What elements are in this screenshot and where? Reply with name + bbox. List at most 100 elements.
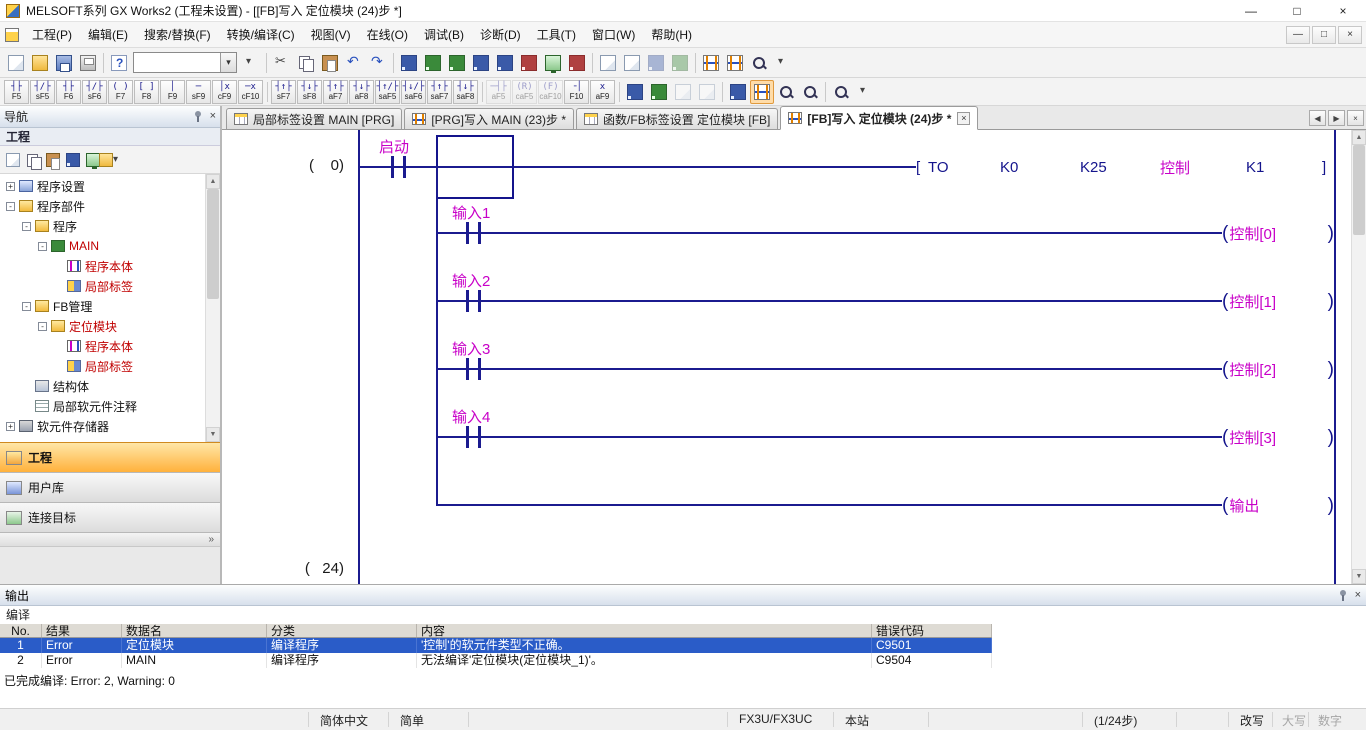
nav-add-data-button[interactable] [3, 150, 23, 170]
expander-icon[interactable]: - [22, 222, 31, 231]
tab-local-label-main[interactable]: 局部标签设置 MAIN [PRG] [226, 108, 402, 129]
tree-item-program[interactable]: -程序 [0, 216, 205, 236]
scrollbar-thumb[interactable] [207, 189, 219, 299]
coil-button[interactable]: ( )F7 [108, 80, 133, 104]
falling-pulse-branch-button[interactable]: ┤↓├aF8 [349, 80, 374, 104]
scroll-down-icon[interactable]: ▼ [1352, 569, 1366, 584]
flip-flop-button[interactable]: (F)caF10 [538, 80, 563, 104]
vertical-line-button[interactable]: │F9 [160, 80, 185, 104]
ladder-editor[interactable]: ( 0) 启动 [ TO K0 K25 控制 K1 ] [222, 130, 1351, 584]
parameter-setting-button[interactable] [397, 51, 421, 75]
tree-item-main-local-label[interactable]: 局部标签 [0, 276, 205, 296]
scroll-up-icon[interactable]: ▲ [206, 174, 220, 189]
pin-icon[interactable] [193, 111, 204, 122]
closed-contact-button[interactable]: ┤/├sF5 [30, 80, 55, 104]
tab-fb-label-positioning[interactable]: 函数/FB标签设置 定位模块 [FB] [576, 108, 778, 129]
redo-button[interactable] [366, 51, 390, 75]
combo-dropdown-icon[interactable]: ▾ [220, 53, 236, 72]
tab-scroll-left-icon[interactable]: ◀ [1309, 110, 1326, 126]
close-button[interactable]: × [1320, 0, 1366, 22]
minimize-button[interactable]: — [1228, 0, 1274, 22]
menu-project[interactable]: 工程(P) [24, 22, 80, 48]
monitor-stop-button[interactable] [565, 51, 589, 75]
tree-item-fb-body[interactable]: 程序本体 [0, 336, 205, 356]
contact-symbol[interactable] [391, 156, 394, 178]
mdi-close-button[interactable]: × [1338, 26, 1362, 44]
menu-debug[interactable]: 调试(B) [416, 22, 472, 48]
help-button[interactable] [107, 51, 131, 75]
new-project-button[interactable] [4, 51, 28, 75]
tree-item-fb-manage[interactable]: -FB管理 [0, 296, 205, 316]
nav-button-project[interactable]: 工程 [0, 442, 220, 472]
tree-item-pou[interactable]: -程序部件 [0, 196, 205, 216]
scroll-down-icon[interactable]: ▼ [206, 427, 220, 442]
ladder-edit-mode-button[interactable] [647, 80, 671, 104]
output-coil[interactable]: ( 输出 ) [1222, 492, 1334, 518]
nav-sort-button[interactable] [103, 150, 123, 170]
zoom-in-out-button[interactable] [829, 80, 853, 104]
device-comment-button[interactable] [620, 51, 644, 75]
tab-close-icon[interactable]: × [957, 112, 970, 125]
menu-online[interactable]: 在线(O) [359, 22, 416, 48]
output-coil[interactable]: ( 控制[0] ) [1222, 220, 1334, 246]
expander-icon[interactable]: - [22, 302, 31, 311]
tree-item-structure[interactable]: 结构体 [0, 376, 205, 396]
open-project-button[interactable] [28, 51, 52, 75]
scrollbar-thumb[interactable] [1353, 145, 1365, 235]
verify-with-plc-button[interactable] [517, 51, 541, 75]
read-from-plc-button[interactable] [493, 51, 517, 75]
output-coil[interactable]: ( 控制[1] ) [1222, 288, 1334, 314]
menu-help[interactable]: 帮助(H) [643, 22, 700, 48]
contact-symbol[interactable] [478, 358, 481, 380]
table-row-error-1[interactable]: 1 Error 定位模块 编译程序 '控制'的软元件类型不正确。 C9501 [0, 638, 992, 653]
menu-compile[interactable]: 转换/编译(C) [219, 22, 303, 48]
inline-st-button[interactable] [623, 80, 647, 104]
contact-symbol[interactable] [466, 222, 469, 244]
invert-operation-button[interactable]: ─┤├aF5 [486, 80, 511, 104]
tree-scrollbar[interactable]: ▲ ▼ [205, 174, 220, 442]
nav-copy-button[interactable] [23, 150, 43, 170]
expander-icon[interactable]: - [38, 242, 47, 251]
tree-item-program-setting[interactable]: +程序设置 [0, 176, 205, 196]
ladder-overflow-button[interactable] [853, 80, 877, 104]
write-to-plc-button[interactable] [469, 51, 493, 75]
comment-display-button[interactable] [723, 51, 747, 75]
menu-find-replace[interactable]: 搜索/替换(F) [136, 22, 219, 48]
invert-falling-branch-button[interactable]: ┤↓├saF8 [453, 80, 478, 104]
falling-pulse-button[interactable]: ┤↓├sF8 [297, 80, 322, 104]
undo-button[interactable] [342, 51, 366, 75]
tab-fb-write-positioning[interactable]: [FB]写入 定位模块 (24)步 *× [780, 106, 978, 130]
navigation-close-icon[interactable]: × [210, 111, 216, 122]
contact-symbol[interactable] [466, 426, 469, 448]
tree-item-local-device-comment[interactable]: 局部软元件注释 [0, 396, 205, 416]
menu-edit[interactable]: 编辑(E) [80, 22, 136, 48]
open-contact-button[interactable]: ┤├F5 [4, 80, 29, 104]
tab-bar-close-icon[interactable]: × [1347, 110, 1364, 126]
output-coil[interactable]: ( 控制[2] ) [1222, 356, 1334, 382]
mdi-minimize-button[interactable]: — [1286, 26, 1310, 44]
tree-item-positioning-module[interactable]: -定位模块 [0, 316, 205, 336]
contact-symbol[interactable] [466, 358, 469, 380]
note-display-button[interactable] [668, 51, 692, 75]
find-instruction-button[interactable] [798, 80, 822, 104]
comment-edit-button[interactable] [750, 80, 774, 104]
contact-symbol[interactable] [478, 426, 481, 448]
program-select-combo[interactable]: ▾ [133, 52, 237, 73]
contact-symbol[interactable] [466, 290, 469, 312]
rising-pulse-branch-button[interactable]: ┤↑├aF7 [323, 80, 348, 104]
closed-branch-button[interactable]: ┤/├sF6 [82, 80, 107, 104]
edit-line-button[interactable]: ╶│F10 [564, 80, 589, 104]
menu-window[interactable]: 窗口(W) [584, 22, 643, 48]
device-display-button[interactable] [726, 80, 750, 104]
contact-symbol[interactable] [403, 156, 406, 178]
contact-symbol[interactable] [478, 290, 481, 312]
delete-line-button[interactable]: xaF9 [590, 80, 615, 104]
tree-item-fb-local-label[interactable]: 局部标签 [0, 356, 205, 376]
horizontal-line-button[interactable]: ─sF9 [186, 80, 211, 104]
delete-vertical-line-button[interactable]: │xcF9 [212, 80, 237, 104]
output-tab-compile[interactable]: 编译 [0, 606, 1366, 623]
invert-rising-branch-button[interactable]: ┤↑├saF7 [427, 80, 452, 104]
nav-button-connection-destination[interactable]: 连接目标 [0, 502, 220, 532]
set-reset-button[interactable]: (R)caF5 [512, 80, 537, 104]
save-project-button[interactable] [52, 51, 76, 75]
